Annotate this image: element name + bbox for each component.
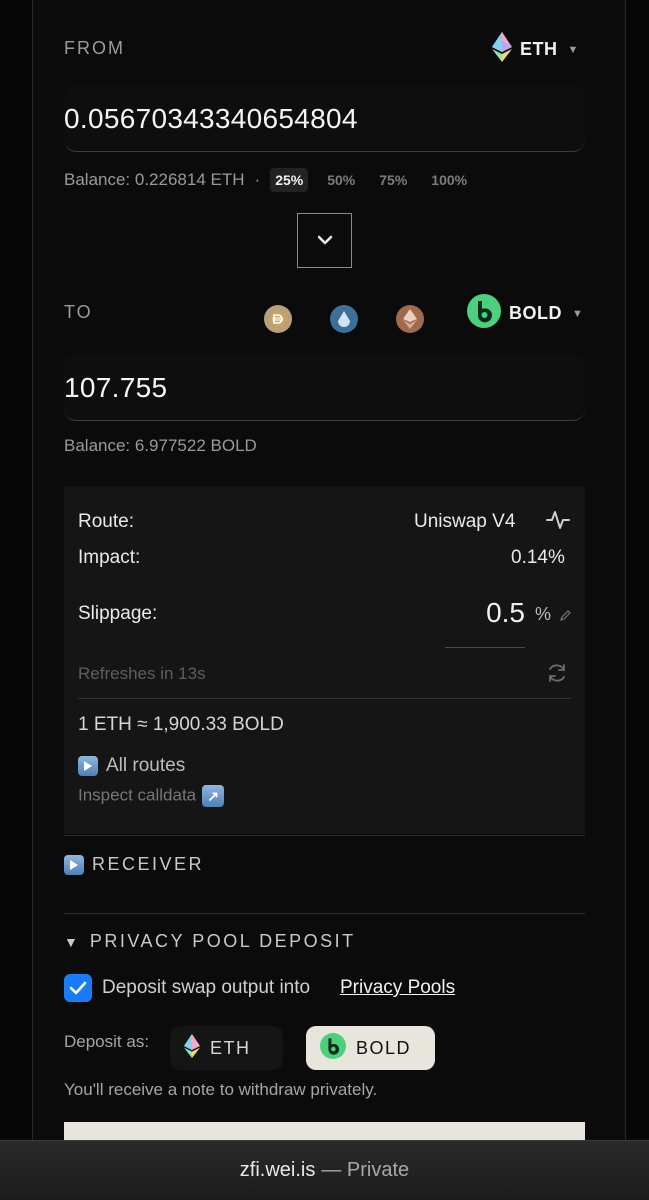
inspect-calldata-label: Inspect calldata — [78, 785, 197, 805]
eth-icon — [492, 32, 512, 67]
from-token-symbol: ETH — [520, 39, 558, 59]
impact-value: 0.14% — [511, 547, 565, 568]
deposit-bold-option[interactable]: BOLD — [306, 1026, 435, 1070]
dai-icon[interactable] — [264, 305, 292, 333]
to-label: TO — [64, 302, 93, 322]
privacy-pools-link[interactable]: Privacy Pools — [340, 977, 455, 999]
triangle-down-icon: ▼ — [64, 933, 78, 950]
refresh-countdown: Refreshes in 13s — [78, 664, 206, 683]
deposit-as-label: Deposit as: — [64, 1032, 150, 1051]
to-token-selector[interactable]: BOLD ▼ — [467, 294, 583, 333]
route-value: Uniswap V4 — [414, 511, 516, 532]
from-label: FROM — [64, 38, 125, 58]
balance-separator: · — [254, 170, 261, 189]
deposit-bold-label: BOLD — [356, 1037, 412, 1058]
refresh-icon[interactable] — [546, 662, 568, 689]
deposit-checkbox[interactable] — [64, 974, 92, 1002]
deposit-eth-option[interactable]: ETH — [170, 1026, 283, 1070]
privacy-pool-title: PRIVACY POOL DEPOSIT — [89, 931, 356, 951]
slippage-input[interactable]: 0.5 — [445, 592, 525, 648]
deposit-text: Deposit swap output into — [102, 977, 311, 998]
to-amount-field[interactable]: 107.755 — [64, 355, 585, 421]
steth-icon[interactable] — [396, 305, 424, 333]
all-routes-toggle[interactable]: All routes — [78, 755, 185, 777]
to-token-symbol: BOLD — [509, 303, 562, 323]
swap-details-panel — [64, 486, 585, 834]
section-divider — [64, 913, 585, 914]
chevron-down-icon: ▼ — [567, 43, 579, 56]
all-routes-label: All routes — [106, 755, 186, 776]
private-mode-label: — Private — [321, 1159, 410, 1181]
bold-token-icon — [467, 294, 501, 333]
percent-100-button[interactable]: 100% — [426, 168, 472, 192]
play-icon — [78, 755, 98, 776]
to-amount-value: 107.755 — [64, 372, 168, 403]
route-label: Route: — [78, 511, 134, 532]
receiver-toggle[interactable]: RECEIVER — [64, 854, 204, 875]
details-divider — [78, 698, 571, 699]
eth-icon — [184, 1033, 200, 1063]
bold-token-icon — [320, 1032, 346, 1064]
privacy-pool-toggle[interactable]: ▼ PRIVACY POOL DEPOSIT — [64, 931, 356, 952]
from-token-selector[interactable]: ETH ▼ — [492, 32, 579, 67]
exchange-rate: 1 ETH ≈ 1,900.33 BOLD — [78, 714, 284, 735]
withdraw-note: You'll receive a note to withdraw privat… — [64, 1080, 378, 1099]
receiver-label: RECEIVER — [92, 854, 205, 874]
inspect-calldata-link[interactable]: Inspect calldata ↗ — [78, 785, 225, 807]
percent-75-button[interactable]: 75% — [374, 168, 412, 192]
play-icon — [64, 854, 84, 875]
from-amount-value: 0.05670343340654804 — [64, 103, 358, 134]
to-balance: Balance: 6.977522 BOLD — [64, 436, 257, 455]
percent-50-button[interactable]: 50% — [322, 168, 360, 192]
browser-address-bar[interactable]: zfi.wei.is — Private — [0, 1140, 649, 1200]
slippage-value: 0.5 — [486, 597, 525, 628]
impact-label: Impact: — [78, 547, 141, 568]
percent-25-button[interactable]: 25% — [270, 168, 309, 192]
deposit-eth-label: ETH — [210, 1037, 251, 1058]
activity-icon[interactable] — [546, 509, 570, 536]
arrow-up-right-icon: ↗ — [202, 785, 225, 807]
slippage-label: Slippage: — [78, 603, 158, 624]
section-divider — [64, 835, 585, 836]
from-balance-row: Balance: 0.226814 ETH · 25% 50% 75% 100% — [64, 168, 472, 192]
slippage-unit: % — [535, 604, 552, 624]
from-balance: Balance: 0.226814 ETH — [64, 170, 245, 189]
domain-text: zfi.wei.is — [239, 1159, 316, 1181]
checkmark-icon — [69, 981, 87, 995]
chevron-down-icon: ▼ — [572, 307, 584, 320]
lido-icon[interactable] — [330, 305, 358, 333]
flip-direction-button[interactable] — [297, 213, 352, 268]
pencil-icon[interactable] — [560, 608, 571, 626]
chevron-down-icon — [317, 232, 333, 250]
from-amount-field[interactable]: 0.05670343340654804 — [64, 86, 585, 152]
